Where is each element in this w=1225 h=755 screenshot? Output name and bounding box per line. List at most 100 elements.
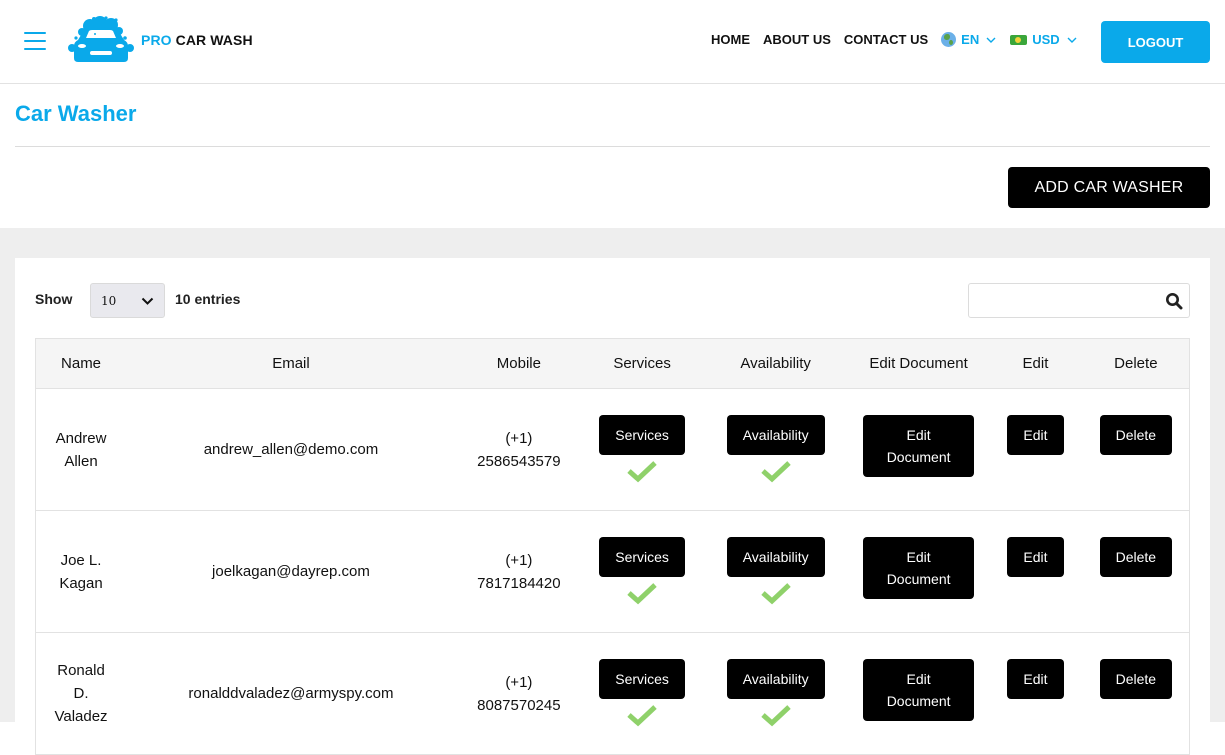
show-label: Show bbox=[35, 291, 73, 307]
globe-icon bbox=[941, 32, 957, 47]
search-input[interactable] bbox=[969, 284, 1159, 317]
washer-email: ronalddvaladez@armyspy.com bbox=[188, 685, 394, 702]
nav-contact-us[interactable]: CONTACT US bbox=[844, 32, 928, 47]
search-icon[interactable] bbox=[1165, 292, 1183, 310]
cell-name: Joe L. Kagan bbox=[35, 510, 127, 633]
availability-button[interactable]: Availability bbox=[726, 659, 825, 699]
edit-document-button[interactable]: Edit Document bbox=[863, 659, 975, 721]
delete-button[interactable]: Delete bbox=[1099, 415, 1173, 455]
cell-edit: Edit bbox=[988, 510, 1083, 633]
title-divider bbox=[15, 146, 1210, 147]
col-header-delete[interactable]: Delete bbox=[1082, 338, 1190, 389]
availability-button[interactable]: Availability bbox=[726, 415, 825, 455]
mobile-number: 8087570245 bbox=[477, 696, 561, 714]
language-dropdown[interactable]: EN bbox=[941, 32, 996, 47]
mobile-code: (+1) bbox=[505, 551, 533, 569]
table-row: Joe L. Kagan joelkagan@dayrep.com (+1) 78… bbox=[35, 510, 1190, 633]
edit-document-button[interactable]: Edit Document bbox=[863, 537, 975, 599]
edit-document-button[interactable]: Edit Document bbox=[863, 415, 975, 477]
availability-button[interactable]: Availability bbox=[726, 537, 825, 577]
page-length-value: 10 bbox=[101, 293, 117, 308]
add-car-washer-button[interactable]: ADD CAR WASHER bbox=[1008, 167, 1210, 208]
col-header-name[interactable]: Name bbox=[35, 338, 127, 389]
washer-email: joelkagan@dayrep.com bbox=[212, 563, 370, 580]
chevron-down-icon bbox=[986, 37, 996, 43]
mobile-number: 2586543579 bbox=[477, 452, 561, 470]
washer-name: Andrew Allen bbox=[55, 429, 107, 470]
cell-email: ronalddvaladez@armyspy.com bbox=[126, 632, 456, 755]
cell-availability: Availability bbox=[702, 632, 849, 755]
check-icon bbox=[760, 583, 791, 605]
delete-button[interactable]: Delete bbox=[1099, 659, 1173, 699]
currency-dropdown[interactable]: USD bbox=[1010, 32, 1077, 47]
cell-name: Ronald D. Valadez bbox=[35, 632, 127, 755]
table-row: Ronald D. Valadez ronalddvaladez@armyspy… bbox=[35, 632, 1190, 755]
washer-name: Ronald D. Valadez bbox=[54, 662, 108, 725]
cell-delete: Delete bbox=[1082, 510, 1190, 633]
cell-services: Services bbox=[581, 632, 703, 755]
mobile-code: (+1) bbox=[505, 673, 533, 691]
check-icon bbox=[760, 705, 791, 727]
brand-logo[interactable]: PRO CAR WASH bbox=[68, 16, 253, 64]
brand-car-wash: CAR WASH bbox=[171, 32, 253, 48]
cell-mobile: (+1) 8087570245 bbox=[455, 632, 582, 755]
page-title: Car Washer bbox=[15, 101, 137, 126]
cell-availability: Availability bbox=[702, 510, 849, 633]
col-header-edit-document[interactable]: Edit Document bbox=[848, 338, 989, 389]
table-row: Andrew Allen andrew_allen@demo.com (+1) 2… bbox=[35, 388, 1190, 511]
cell-email: joelkagan@dayrep.com bbox=[126, 510, 456, 633]
check-icon bbox=[627, 583, 657, 605]
entries-label: 10 entries bbox=[175, 291, 241, 307]
col-header-email[interactable]: Email bbox=[126, 338, 456, 389]
services-button[interactable]: Services bbox=[599, 659, 685, 699]
currency-value: USD bbox=[1032, 32, 1060, 47]
services-button[interactable]: Services bbox=[599, 537, 685, 577]
col-header-services[interactable]: Services bbox=[581, 338, 703, 389]
col-header-edit[interactable]: Edit bbox=[988, 338, 1083, 389]
main-nav: HOME ABOUT US CONTACT US EN USD bbox=[711, 32, 1091, 47]
table-header-row: Name Email Mobile Services Availability … bbox=[35, 338, 1190, 389]
page-length-select[interactable]: 10 bbox=[90, 283, 165, 318]
language-value: EN bbox=[961, 32, 980, 47]
cell-services: Services bbox=[581, 388, 703, 511]
delete-button[interactable]: Delete bbox=[1099, 537, 1173, 577]
hamburger-menu-icon[interactable] bbox=[24, 32, 46, 50]
washer-name: Joe L. Kagan bbox=[59, 551, 103, 592]
cell-services: Services bbox=[581, 510, 703, 633]
banknote-icon bbox=[1010, 34, 1028, 45]
brand-name: PRO CAR WASH bbox=[141, 32, 253, 48]
cell-name: Andrew Allen bbox=[35, 388, 127, 511]
washer-email: andrew_allen@demo.com bbox=[203, 441, 379, 458]
cell-edit: Edit bbox=[988, 632, 1083, 755]
mobile-number: 7817184420 bbox=[477, 574, 561, 592]
car-wash-logo-icon bbox=[68, 16, 134, 62]
services-button[interactable]: Services bbox=[599, 415, 685, 455]
nav-home[interactable]: HOME bbox=[711, 32, 750, 47]
cell-availability: Availability bbox=[702, 388, 849, 511]
cell-email: andrew_allen@demo.com bbox=[126, 388, 456, 511]
cell-edit-document: Edit Document bbox=[848, 388, 989, 511]
mobile-code: (+1) bbox=[505, 429, 533, 447]
edit-button[interactable]: Edit bbox=[1007, 537, 1064, 577]
cell-mobile: (+1) 2586543579 bbox=[455, 388, 582, 511]
edit-button[interactable]: Edit bbox=[1007, 415, 1064, 455]
cell-edit-document: Edit Document bbox=[848, 632, 989, 755]
chevron-down-icon bbox=[141, 297, 154, 305]
search-box bbox=[968, 283, 1190, 318]
cell-edit-document: Edit Document bbox=[848, 510, 989, 633]
top-header: PRO CAR WASH HOME ABOUT US CONTACT US EN… bbox=[0, 0, 1225, 84]
cell-delete: Delete bbox=[1082, 388, 1190, 511]
cell-delete: Delete bbox=[1082, 632, 1190, 755]
chevron-down-icon bbox=[1067, 37, 1077, 43]
car-washer-table: Name Email Mobile Services Availability … bbox=[35, 338, 1190, 755]
edit-button[interactable]: Edit bbox=[1007, 659, 1064, 699]
check-icon bbox=[627, 461, 657, 483]
cell-mobile: (+1) 7817184420 bbox=[455, 510, 582, 633]
nav-about-us[interactable]: ABOUT US bbox=[763, 32, 831, 47]
check-icon bbox=[627, 705, 657, 727]
logout-button[interactable]: LOGOUT bbox=[1101, 21, 1210, 63]
col-header-availability[interactable]: Availability bbox=[702, 338, 849, 389]
col-header-mobile[interactable]: Mobile bbox=[455, 338, 582, 389]
check-icon bbox=[760, 461, 791, 483]
brand-pro: PRO bbox=[141, 32, 172, 48]
